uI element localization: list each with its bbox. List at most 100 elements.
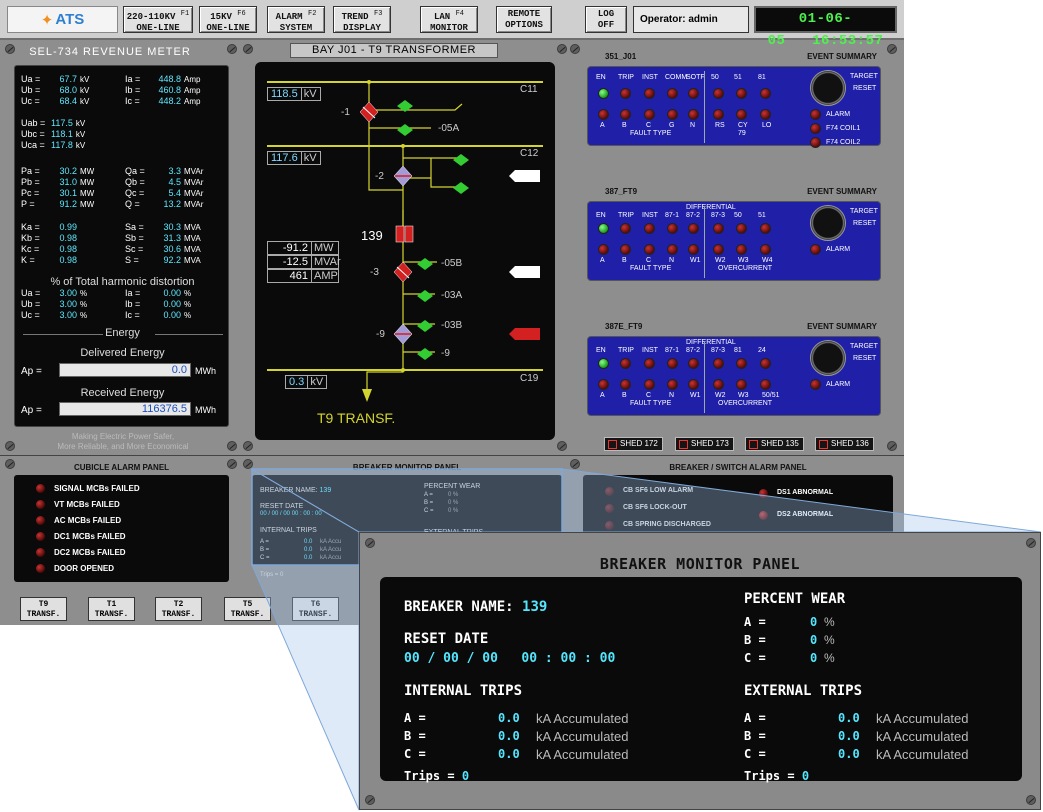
status-led-icon (760, 88, 771, 99)
btn-15kv-one-line[interactable]: 15KV F6 ONE-LINE (199, 6, 257, 33)
breaker-icon (395, 225, 405, 243)
switch-label: -03A (441, 290, 463, 301)
led-label: LO (762, 122, 772, 129)
led-label: 87-3 (711, 347, 726, 354)
screw-icon (243, 441, 253, 451)
unit: kA Accu (320, 547, 342, 553)
target-reset-knob[interactable] (810, 70, 846, 106)
meter-value: 0.00 (163, 288, 181, 298)
meter-reading: K = 0.98 (21, 255, 77, 265)
meter-label: Ub = (21, 85, 41, 95)
meter-reading: Kc = 0.98 (21, 244, 77, 254)
meter-label: Sc = (125, 244, 144, 254)
meter-label: Ia = (125, 74, 141, 84)
tab-line: T2 (173, 600, 184, 609)
tab-line: TRANSF. (298, 610, 333, 619)
meter-label: Uc = (21, 96, 40, 106)
transformer-label: T9 TRANSF. (317, 410, 396, 426)
int-trip-unit: kA Accumulated (536, 711, 629, 726)
btn-log-off[interactable]: LOG OFF (585, 6, 627, 33)
status-led-icon (644, 109, 655, 120)
meter-reading: Sa = 30.3 MVA (125, 222, 201, 232)
meter-unit: kV (75, 119, 86, 128)
tab-transformer[interactable]: T5 TRANSF. (224, 597, 271, 621)
meter-unit: MVAr (184, 167, 204, 176)
meter-label: Sb = (125, 233, 144, 243)
btn-alarm-system[interactable]: ALARM F2 SYSTEM (267, 6, 325, 33)
relay-panel-1: 387_FT9 EVENT SUMMARY DIFFERENTIAL EN TRIP IN… (583, 185, 885, 298)
relay-led-box: EN TRIP INST COMM SOTF 50 51 81 A B C G N RS CY LO 79 FAU… (587, 66, 881, 148)
event-summary-label: EVENT SUMMARY (807, 322, 877, 331)
alarm-label: F74 COIL1 (826, 125, 861, 132)
tab-transformer[interactable]: T1 TRANSF. (88, 597, 135, 621)
alarm-led-icon (36, 548, 45, 557)
meter-label: Qa = (125, 166, 145, 176)
row-label: A = (260, 539, 269, 545)
target-label: TARGET (850, 73, 878, 80)
shed-button[interactable]: SHED 136 (815, 437, 874, 451)
alarm-led-icon (36, 516, 45, 525)
tab-transformer[interactable]: T2 TRANSF. (155, 597, 202, 621)
target-reset-knob[interactable] (810, 340, 846, 376)
target-reset-knob[interactable] (810, 205, 846, 241)
disconnector-icons (359, 101, 413, 345)
shed-button[interactable]: SHED 172 (604, 437, 663, 451)
relay-panel-2: 387E_FT9 EVENT SUMMARY DIFFERENTIAL EN TRIP I… (583, 320, 885, 433)
meter-unit: % (184, 311, 192, 320)
meter-title: SEL-734 REVENUE METER (29, 46, 191, 58)
shed-button[interactable]: SHED 135 (745, 437, 804, 451)
status-led-icon (760, 379, 771, 390)
btn-trend-display[interactable]: TREND F3 DISPLAY (333, 6, 391, 33)
overcurrent-label: OVERCURRENT (718, 265, 773, 272)
meter-reading: Ic = 448.2 Amp (125, 96, 200, 106)
led-label: G (669, 122, 675, 129)
tab-transformer[interactable]: T6 TRANSF. (292, 597, 339, 621)
status-led-icon (760, 109, 771, 120)
alarm-led-icon (605, 487, 614, 496)
top-toolbar: ✦ ATS 220-110KV F1 ONE-LINE 15KV F6 ONE-LIN… (0, 0, 904, 49)
alarm-led-icon (36, 500, 45, 509)
meter-label: Ub = (21, 299, 41, 309)
btn-220-110kv-one-line[interactable]: 220-110KV F1 ONE-LINE (123, 6, 193, 33)
tab-line: TRANSF. (230, 610, 265, 619)
meter-unit: MVAr (184, 200, 204, 209)
led-label: W2 (715, 392, 726, 399)
cubicle-alarm-item: SIGNAL MCBs FAILED (54, 484, 140, 493)
alarm-led-icon (36, 532, 45, 541)
btn-lan-monitor[interactable]: LAN F4 MONITOR (420, 6, 478, 33)
wear-value: 0 % (448, 492, 459, 498)
status-led-icon (688, 223, 699, 234)
meter-label: Ka = (21, 222, 40, 232)
int-trip-value: 0.0 (498, 729, 520, 743)
led-label: B (622, 392, 627, 399)
led-label: EN (596, 347, 606, 354)
tab-line: TRANSF. (26, 610, 61, 619)
status-led-icon (620, 109, 631, 120)
int-trip-unit: kA Accumulated (536, 729, 629, 744)
screw-icon (557, 44, 567, 54)
shed-button[interactable]: SHED 173 (675, 437, 734, 451)
btn-remote-options[interactable]: REMOTE OPTIONS (496, 6, 552, 33)
led-label: 87-2 (686, 212, 701, 219)
meter-reading: S = 92.2 MVA (125, 255, 201, 265)
internal-trips-title: INTERNAL TRIPS (404, 683, 523, 699)
meter-unit: % (80, 311, 88, 320)
led-label: C (646, 392, 652, 399)
screw-icon (1026, 538, 1036, 548)
received-energy-title: Received Energy (80, 387, 165, 399)
led-label: W2 (715, 257, 726, 264)
wear-value: 0 (810, 615, 818, 629)
tab-transformer[interactable]: T9 TRANSF. (20, 597, 67, 621)
meter-unit: % (80, 289, 88, 298)
meter-unit: MVAr (184, 178, 204, 187)
cubicle-alarm-title: CUBICLE ALARM PANEL (73, 463, 170, 472)
sub-label: 79 (738, 130, 746, 137)
bus-label-c11: C11 (520, 84, 538, 95)
led-label: C (646, 122, 652, 129)
operator-label: Operator: admin (633, 6, 749, 33)
logo-text: ATS (55, 11, 85, 28)
target-label: TARGET (850, 343, 878, 350)
meter-reading: Ka = 0.99 (21, 222, 77, 232)
int-trip-label: B = (404, 729, 426, 743)
meter-reading: Sc = 30.6 MVA (125, 244, 201, 254)
